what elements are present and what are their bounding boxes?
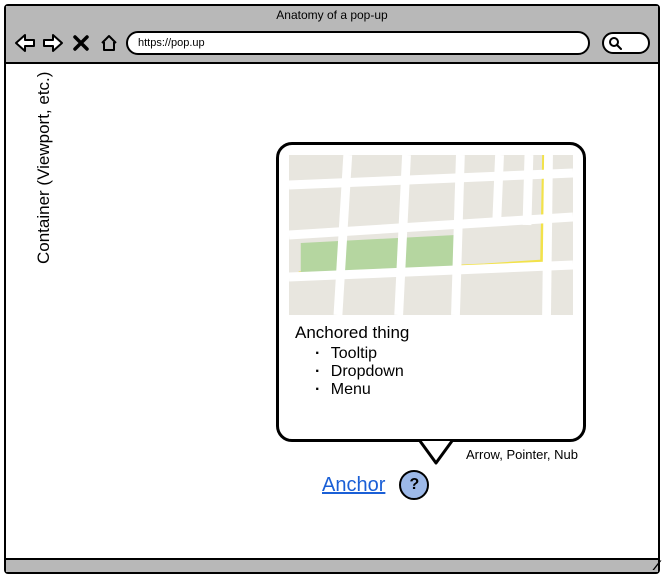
browser-toolbar: Anatomy of a pop-up https://pop.up — [6, 6, 658, 64]
help-icon[interactable]: ? — [399, 470, 429, 500]
url-text: https://pop.up — [138, 37, 205, 49]
container-label: Container (Viewport, etc.) — [34, 72, 54, 264]
stop-x-icon[interactable] — [70, 32, 92, 54]
magnifier-icon — [608, 36, 622, 50]
search-button[interactable] — [602, 32, 650, 54]
resize-grip-icon[interactable]: ⁄⁄ — [655, 557, 656, 573]
list-item: Dropdown — [315, 363, 567, 381]
viewport: Container (Viewport, etc.) — [6, 64, 658, 558]
home-icon[interactable] — [98, 32, 120, 54]
status-bar: ⁄⁄ — [6, 558, 658, 572]
popup: Anchored thing Tooltip Dropdown Menu — [276, 142, 586, 442]
anchor-link[interactable]: Anchor — [322, 474, 385, 497]
arrow-label: Arrow, Pointer, Nub — [466, 447, 578, 462]
popup-arrow-icon — [416, 439, 456, 463]
map-image — [289, 155, 573, 315]
forward-arrow-icon[interactable] — [42, 32, 64, 54]
window-title: Anatomy of a pop-up — [276, 8, 387, 22]
popup-list: Tooltip Dropdown Menu — [295, 345, 567, 399]
list-item: Menu — [315, 381, 567, 399]
popup-heading: Anchored thing — [295, 323, 567, 343]
back-arrow-icon[interactable] — [14, 32, 36, 54]
list-item: Tooltip — [315, 345, 567, 363]
url-input[interactable]: https://pop.up — [126, 31, 590, 55]
browser-window: Anatomy of a pop-up https://pop.up C — [4, 4, 660, 574]
